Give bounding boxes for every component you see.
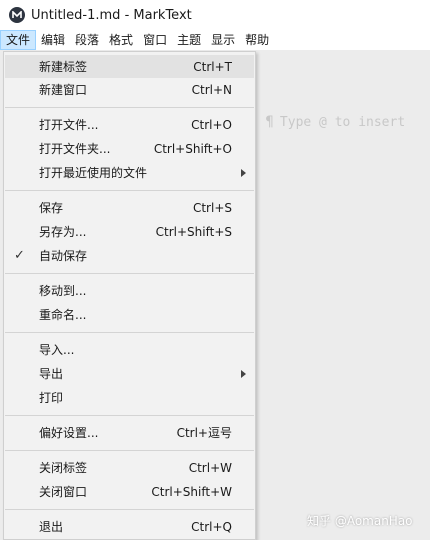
menu-item-label: 退出	[39, 520, 64, 534]
menu-item-label: 导出	[39, 367, 64, 381]
title-bar: Untitled-1.md - MarkText	[0, 0, 430, 30]
menu-item-rename[interactable]: 重命名...	[5, 303, 254, 326]
file-menu-dropdown: 新建标签 Ctrl+T 新建窗口 Ctrl+N 打开文件... Ctrl+O 打…	[3, 51, 256, 540]
menu-theme[interactable]: 主题	[172, 30, 206, 50]
menu-separator	[5, 509, 254, 510]
pilcrow-icon: ¶	[265, 114, 274, 130]
menu-separator	[5, 450, 254, 451]
menu-view[interactable]: 显示	[206, 30, 240, 50]
menu-item-new-tab[interactable]: 新建标签 Ctrl+T	[5, 55, 254, 78]
menu-item-open-file[interactable]: 打开文件... Ctrl+O	[5, 113, 254, 136]
menu-item-print[interactable]: 打印	[5, 386, 254, 409]
menu-item-shortcut: Ctrl+Shift+O	[153, 141, 232, 156]
menu-item-shortcut: Ctrl+O	[191, 117, 232, 132]
editor-placeholder: ¶ Type @ to insert	[265, 114, 405, 130]
menu-bar: 文件 编辑 段落 格式 窗口 主题 显示 帮助	[0, 30, 430, 50]
menu-item-close-window[interactable]: 关闭窗口 Ctrl+Shift+W	[5, 480, 254, 503]
menu-separator	[5, 107, 254, 108]
watermark: 知乎 @AomanHao	[307, 514, 413, 528]
menu-item-label: 打开最近使用的文件	[39, 166, 148, 180]
menu-item-label: 关闭窗口	[39, 485, 88, 499]
menu-item-shortcut: Ctrl+S	[192, 200, 232, 215]
menu-separator	[5, 415, 254, 416]
menu-item-label: 另存为...	[39, 225, 87, 239]
menu-item-shortcut: Ctrl+N	[191, 82, 232, 97]
check-icon: ✓	[14, 248, 25, 263]
menu-separator	[5, 190, 254, 191]
menu-item-shortcut: Ctrl+Shift+W	[151, 484, 232, 499]
menu-item-label: 打印	[39, 391, 64, 405]
submenu-arrow-icon	[241, 168, 246, 177]
menu-item-shortcut: Ctrl+W	[188, 460, 232, 475]
menu-edit[interactable]: 编辑	[36, 30, 70, 50]
menu-item-preferences[interactable]: 偏好设置... Ctrl+逗号	[5, 421, 254, 444]
menu-item-label: 打开文件...	[39, 118, 99, 132]
menu-item-new-window[interactable]: 新建窗口 Ctrl+N	[5, 78, 254, 101]
menu-item-export[interactable]: 导出	[5, 362, 254, 385]
menu-file[interactable]: 文件	[0, 30, 37, 50]
window-title: Untitled-1.md - MarkText	[31, 7, 192, 23]
menu-item-label: 关闭标签	[39, 461, 88, 475]
menu-paragraph[interactable]: 段落	[70, 30, 104, 50]
marktext-logo-icon	[9, 7, 25, 23]
menu-item-label: 新建窗口	[39, 83, 88, 97]
menu-item-import[interactable]: 导入...	[5, 338, 254, 361]
menu-item-label: 导入...	[39, 343, 75, 357]
menu-item-shortcut: Ctrl+Shift+S	[155, 224, 232, 239]
menu-item-shortcut: Ctrl+Q	[191, 519, 232, 534]
menu-item-shortcut: Ctrl+T	[193, 59, 232, 74]
menu-item-label: 重命名...	[39, 308, 87, 322]
menu-item-label: 保存	[39, 201, 64, 215]
menu-item-save-as[interactable]: 另存为... Ctrl+Shift+S	[5, 220, 254, 243]
menu-item-open-recent[interactable]: 打开最近使用的文件	[5, 161, 254, 184]
menu-item-label: 移动到...	[39, 284, 87, 298]
menu-separator	[5, 273, 254, 274]
submenu-arrow-icon	[241, 369, 246, 378]
menu-item-open-folder[interactable]: 打开文件夹... Ctrl+Shift+O	[5, 137, 254, 160]
menu-format[interactable]: 格式	[104, 30, 138, 50]
menu-item-move-to[interactable]: 移动到...	[5, 279, 254, 302]
menu-help[interactable]: 帮助	[240, 30, 274, 50]
menu-item-label: 自动保存	[39, 249, 88, 263]
placeholder-text: Type @ to insert	[279, 115, 406, 130]
menu-item-label: 打开文件夹...	[39, 142, 111, 156]
menu-item-save[interactable]: 保存 Ctrl+S	[5, 196, 254, 219]
menu-item-shortcut: Ctrl+逗号	[176, 426, 232, 440]
menu-item-label: 新建标签	[39, 60, 88, 74]
menu-item-close-tab[interactable]: 关闭标签 Ctrl+W	[5, 456, 254, 479]
menu-window[interactable]: 窗口	[138, 30, 172, 50]
menu-item-auto-save[interactable]: ✓ 自动保存	[5, 244, 254, 267]
menu-item-label: 偏好设置...	[39, 426, 99, 440]
menu-item-quit[interactable]: 退出 Ctrl+Q	[5, 515, 254, 538]
menu-separator	[5, 332, 254, 333]
